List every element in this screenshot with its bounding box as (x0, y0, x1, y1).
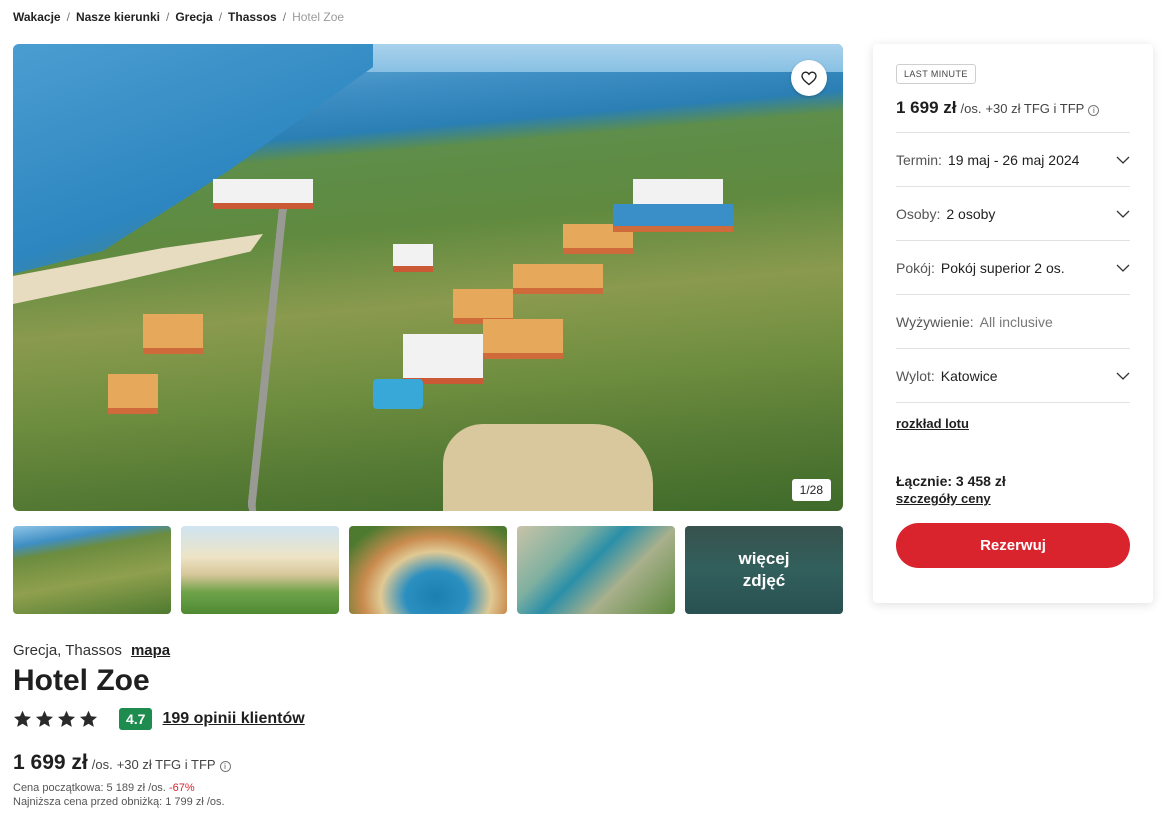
term-value: 19 maj - 26 maj 2024 (947, 151, 1080, 168)
thumbnail-4[interactable] (517, 526, 675, 614)
total-price: Łącznie: 3 458 zł (896, 473, 1006, 489)
last-minute-badge: LAST MINUTE (896, 64, 976, 84)
photo-building (143, 314, 203, 354)
heart-icon (801, 70, 817, 85)
term-selector[interactable]: Termin: 19 maj - 26 maj 2024 (896, 133, 1130, 187)
departure-label: Wylot: (896, 367, 935, 384)
more-photos-thumbnail[interactable]: więcej zdjęć (685, 526, 843, 614)
thumbnail-3[interactable] (349, 526, 507, 614)
breadcrumb-wakacje[interactable]: Wakacje (13, 10, 61, 24)
departure-value: Katowice (940, 367, 998, 384)
hotel-extra-fee: +30 zł TFG i TFP (116, 757, 216, 772)
booking-per-person: /os. (960, 101, 982, 116)
room-value: Pokój superior 2 os. (940, 259, 1065, 276)
lowest-price-note: Najniższa cena przed obniżką: 1 799 zł /… (13, 796, 225, 808)
booking-extra-fee: +30 zł TFG i TFP (985, 101, 1085, 116)
score-badge: 4.7 (119, 708, 153, 730)
photo-sea (13, 44, 373, 274)
photo-parking (443, 424, 653, 511)
photo-building (393, 244, 433, 272)
thumbnail-strip: więcej zdjęć (13, 526, 843, 614)
hotel-price-value: 1 699 zł (13, 751, 88, 774)
breadcrumb-separator: / (218, 10, 223, 24)
photo-building (513, 264, 603, 294)
discount-badge: -67% (168, 782, 195, 794)
chevron-down-icon (1116, 264, 1130, 272)
rating-row: 4.7 199 opinii klientów (13, 708, 843, 730)
breadcrumb-grecja[interactable]: Grecja (175, 10, 212, 24)
star-icon (57, 710, 76, 727)
booking-price: 1 699 zł /os. +30 zł TFG i TFP i (896, 98, 1130, 133)
map-link[interactable]: mapa (131, 642, 170, 659)
thumbnail-2[interactable] (181, 526, 339, 614)
board-label: Wyżywienie: (896, 313, 974, 330)
flight-schedule-link[interactable]: rozkład lotu (896, 416, 1130, 431)
persons-label: Osoby: (896, 205, 941, 222)
price-details-link[interactable]: szczegóły ceny (896, 491, 1130, 506)
book-button[interactable]: Rezerwuj (896, 523, 1130, 568)
photo-building (613, 204, 733, 232)
breadcrumb-separator: / (282, 10, 287, 24)
info-icon[interactable]: i (219, 761, 231, 772)
board-value: All inclusive (979, 313, 1053, 330)
photo-building (213, 179, 313, 209)
room-label: Pokój: (896, 259, 935, 276)
photo-counter: 1/28 (791, 479, 831, 501)
departure-selector[interactable]: Wylot: Katowice (896, 349, 1130, 403)
main-gallery-image[interactable]: 1/28 (13, 44, 843, 511)
breadcrumb-separator: / (165, 10, 170, 24)
more-photos-label: zdjęć (742, 571, 786, 590)
persons-selector[interactable]: Osoby: 2 osoby (896, 187, 1130, 241)
star-rating (13, 710, 98, 728)
room-selector[interactable]: Pokój: Pokój superior 2 os. (896, 241, 1130, 295)
chevron-down-icon (1116, 156, 1130, 164)
photo-pool (373, 379, 423, 409)
photo-building (108, 374, 158, 414)
chevron-down-icon (1116, 372, 1130, 380)
chevron-down-icon (1116, 210, 1130, 218)
star-icon (13, 710, 32, 727)
favorite-button[interactable] (791, 60, 827, 96)
booking-price-value: 1 699 zł (896, 98, 957, 117)
breadcrumb-nasze-kierunki[interactable]: Nasze kierunki (76, 10, 160, 24)
hotel-price: 1 699 zł /os. +30 zł TFG i TFP i (13, 751, 843, 775)
booking-panel: LAST MINUTE 1 699 zł /os. +30 zł TFG i T… (873, 44, 1153, 603)
more-photos-overlay: więcej zdjęć (685, 526, 843, 614)
hotel-per-person: /os. (91, 757, 113, 772)
hotel-info: Grecja, Thassos mapa Hotel Zoe 4.7 199 o… (13, 642, 843, 809)
price-notes: Cena początkowa: 5 189 zł /os. -67% Najn… (13, 781, 843, 809)
term-label: Termin: (896, 151, 942, 168)
more-photos-label: więcej (738, 548, 790, 568)
star-icon (35, 710, 54, 727)
breadcrumb: Wakacje / Nasze kierunki / Grecja / Thas… (13, 10, 344, 24)
breadcrumb-thassos[interactable]: Thassos (228, 10, 277, 24)
photo-building (483, 319, 563, 359)
photo-building (403, 334, 483, 384)
hotel-location: Grecja, Thassos mapa (13, 642, 843, 659)
persons-value: 2 osoby (946, 205, 996, 222)
star-icon (79, 710, 98, 727)
thumbnail-1[interactable] (13, 526, 171, 614)
info-icon[interactable]: i (1088, 105, 1100, 116)
breadcrumb-separator: / (66, 10, 70, 24)
hotel-name: Hotel Zoe (13, 664, 150, 697)
breadcrumb-current: Hotel Zoe (292, 10, 345, 24)
original-price: Cena początkowa: 5 189 zł /os. (13, 782, 166, 794)
location-text: Grecja, Thassos (13, 642, 122, 659)
board-option: Wyżywienie: All inclusive (896, 295, 1130, 349)
reviews-link[interactable]: 199 opinii klientów (162, 710, 304, 728)
